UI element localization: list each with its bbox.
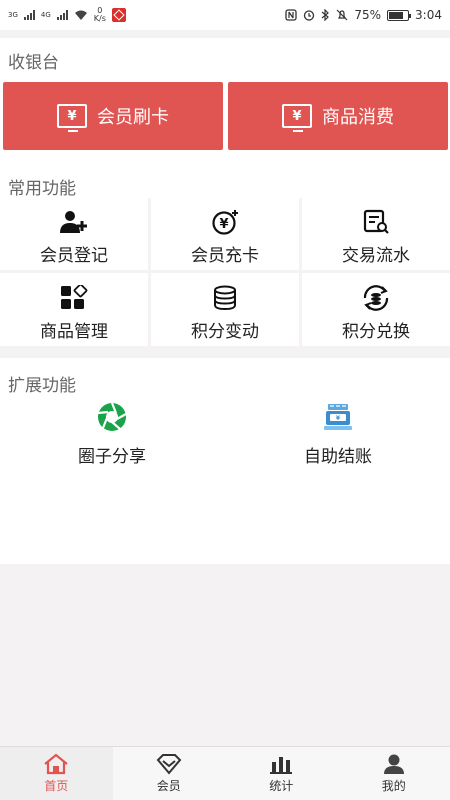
member-recharge-label: 会员充卡 bbox=[191, 246, 259, 266]
points-exchange-button[interactable]: 积分兑换 bbox=[302, 273, 450, 346]
transaction-log-label: 交易流水 bbox=[342, 246, 410, 266]
member-recharge-button[interactable]: ¥ 会员充卡 bbox=[151, 197, 299, 270]
coin-exchange-icon bbox=[361, 285, 391, 311]
add-user-icon bbox=[59, 209, 89, 235]
tab-statistics[interactable]: 统计 bbox=[225, 747, 338, 800]
tab-home-label: 首页 bbox=[44, 779, 69, 793]
cashier-title: 收银台 bbox=[8, 53, 59, 73]
network-4g-label: 4G bbox=[40, 11, 51, 19]
product-manage-label: 商品管理 bbox=[40, 322, 108, 342]
self-checkout-label: 自助结账 bbox=[304, 447, 372, 467]
wifi-icon bbox=[74, 10, 87, 20]
circle-share-button[interactable]: 圈子分享 bbox=[62, 402, 162, 467]
network-speed: 0 K/s bbox=[93, 6, 106, 23]
person-icon bbox=[383, 754, 404, 774]
member-card-swipe-label: 会员刷卡 bbox=[97, 107, 169, 128]
home-icon bbox=[44, 753, 68, 775]
tab-statistics-label: 统计 bbox=[269, 779, 294, 793]
product-consume-button[interactable]: ¥ 商品消费 bbox=[228, 82, 448, 150]
yen-pay-icon: ¥ bbox=[282, 104, 312, 132]
product-manage-button[interactable]: 商品管理 bbox=[0, 273, 148, 346]
points-exchange-label: 积分兑换 bbox=[342, 322, 410, 342]
aperture-icon bbox=[96, 402, 128, 436]
bar-chart-icon bbox=[270, 757, 293, 774]
clock-time: 3:04 bbox=[415, 8, 442, 22]
circle-share-label: 圈子分享 bbox=[78, 447, 146, 467]
mute-icon bbox=[336, 9, 348, 21]
network-3g-label: 3G bbox=[8, 11, 18, 19]
tab-home[interactable]: 首页 bbox=[0, 747, 113, 800]
self-checkout-button[interactable]: ¥ 自助结账 bbox=[288, 402, 388, 467]
common-title: 常用功能 bbox=[8, 179, 76, 199]
bottom-navigation: 首页 会员 统计 我的 bbox=[0, 746, 450, 800]
product-consume-label: 商品消费 bbox=[322, 107, 394, 128]
tab-member-label: 会员 bbox=[156, 779, 181, 793]
member-register-button[interactable]: 会员登记 bbox=[0, 197, 148, 270]
tab-mine[interactable]: 我的 bbox=[338, 747, 450, 800]
diamond-icon bbox=[156, 754, 182, 775]
signal-icon bbox=[23, 10, 35, 20]
signal-icon bbox=[56, 10, 68, 20]
member-register-label: 会员登记 bbox=[40, 246, 108, 266]
coin-stack-icon bbox=[210, 285, 240, 311]
yen-card-icon: ¥ bbox=[57, 104, 87, 132]
nfc-icon bbox=[285, 9, 298, 21]
status-bar: 3G 4G 0 K/s 75% 3:04 bbox=[0, 0, 450, 30]
tab-member[interactable]: 会员 bbox=[113, 747, 226, 800]
self-checkout-icon: ¥ bbox=[322, 402, 354, 436]
tab-mine-label: 我的 bbox=[381, 779, 406, 793]
points-change-label: 积分变动 bbox=[191, 322, 259, 342]
alarm-icon bbox=[304, 10, 315, 21]
battery-icon bbox=[387, 9, 412, 21]
bluetooth-icon bbox=[321, 9, 330, 21]
points-change-button[interactable]: 积分变动 bbox=[151, 273, 299, 346]
app-notification-icon bbox=[111, 8, 126, 22]
member-card-swipe-button[interactable]: ¥ 会员刷卡 bbox=[3, 82, 223, 150]
extension-title: 扩展功能 bbox=[8, 376, 76, 396]
apps-grid-icon bbox=[59, 285, 89, 311]
transaction-search-icon bbox=[361, 209, 391, 235]
transaction-log-button[interactable]: 交易流水 bbox=[302, 197, 450, 270]
battery-percent: 75% bbox=[354, 8, 382, 22]
yen-recharge-icon: ¥ bbox=[210, 209, 240, 235]
svg-text:¥: ¥ bbox=[219, 217, 228, 232]
